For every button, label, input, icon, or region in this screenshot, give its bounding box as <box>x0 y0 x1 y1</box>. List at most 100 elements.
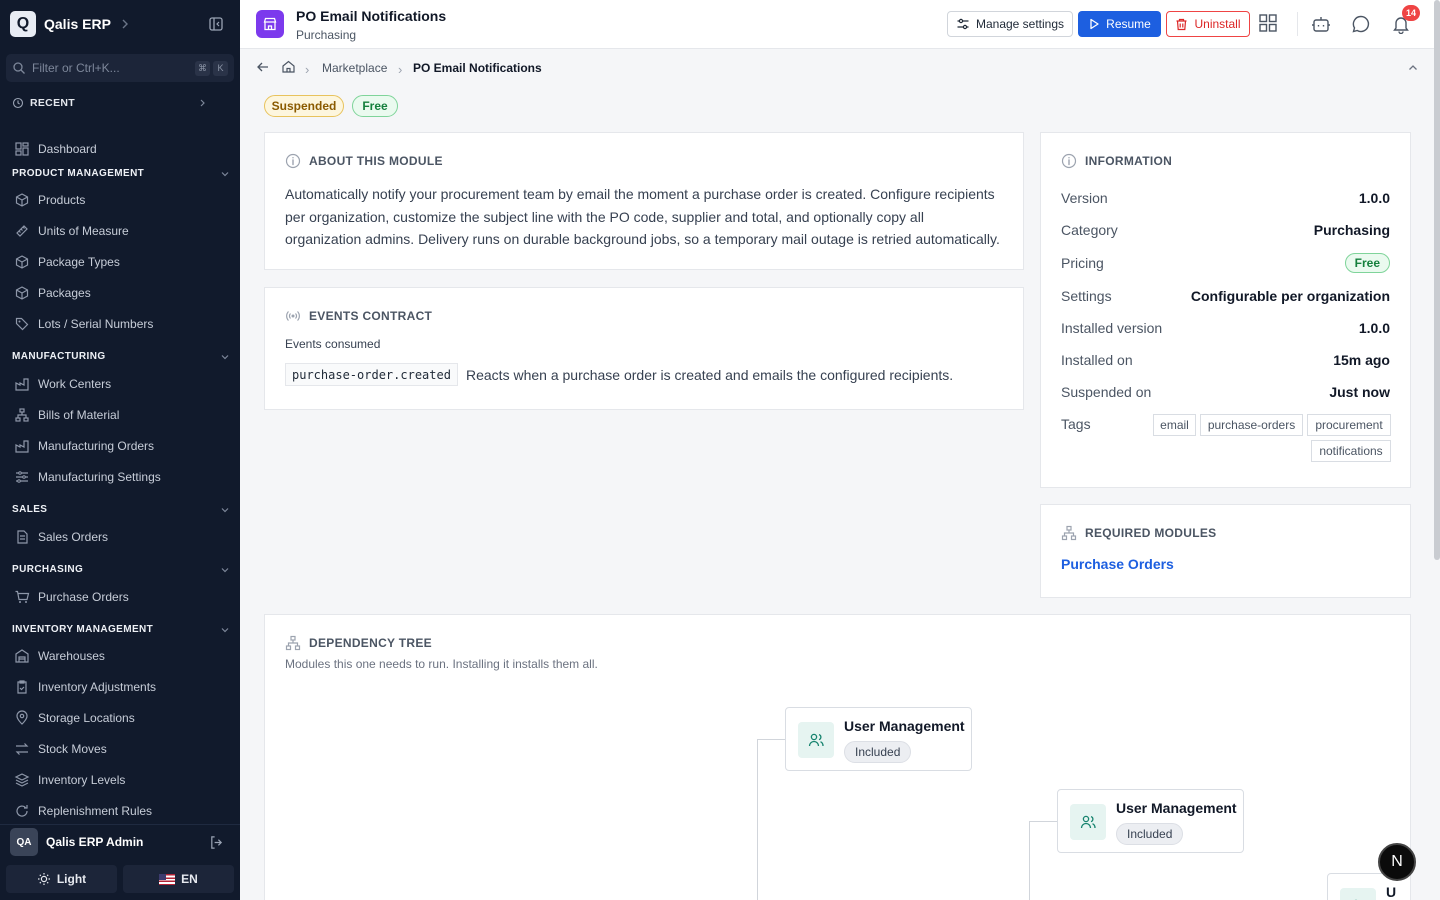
warehouse-icon <box>15 649 29 663</box>
page-scrollbar[interactable] <box>1434 0 1440 560</box>
grid-apps-icon[interactable] <box>1258 13 1278 33</box>
sidebar-item-work-centers[interactable]: Work Centers <box>14 373 232 395</box>
info-value: Configurable per organization <box>1190 288 1390 304</box>
info-row-category: Category Purchasing <box>1061 220 1390 240</box>
home-icon[interactable] <box>281 59 296 74</box>
sidebar-item-manufacturing-settings[interactable]: Manufacturing Settings <box>14 466 232 488</box>
chevron-down-icon <box>221 354 229 359</box>
status-badge: Suspended <box>264 95 344 117</box>
hierarchy-icon <box>285 635 301 651</box>
section-title: PURCHASING <box>12 564 84 575</box>
ruler-icon <box>16 225 28 237</box>
sidebar-item-inventory-adjustments[interactable]: Inventory Adjustments <box>14 676 232 698</box>
sidebar-item-sales-orders[interactable]: Sales Orders <box>14 526 232 548</box>
sidebar-item-label: Package Types <box>38 255 120 269</box>
top-bar: PO Email Notifications Purchasing Manage… <box>240 0 1440 49</box>
app-name[interactable]: Qalis ERP <box>44 16 111 32</box>
bot-icon[interactable] <box>1311 14 1331 34</box>
required-module-link[interactable]: Purchase Orders <box>1061 556 1174 572</box>
language-label: EN <box>181 872 198 886</box>
dependency-node[interactable]: User Management Included <box>1057 789 1244 853</box>
info-key: Settings <box>1061 288 1112 304</box>
floating-action-button[interactable]: N <box>1378 843 1416 881</box>
breadcrumb-current: PO Email Notifications <box>413 61 542 75</box>
sidebar-item-products[interactable]: Products <box>14 189 232 211</box>
section-title: MANUFACTURING <box>12 351 106 362</box>
sidebar-item-label: Manufacturing Settings <box>38 470 161 484</box>
uninstall-button[interactable]: Uninstall <box>1166 11 1250 37</box>
arrows-left-right-icon <box>15 743 29 755</box>
resume-button[interactable]: Resume <box>1078 11 1161 37</box>
about-description: Automatically notify your procurement te… <box>285 186 1000 247</box>
card-heading: INFORMATION <box>1061 153 1172 169</box>
sidebar-item-units-of-measure[interactable]: Units of Measure <box>14 220 232 242</box>
refresh-icon <box>16 805 28 817</box>
node-title: U <box>1386 884 1397 900</box>
card-heading: REQUIRED MODULES <box>1061 525 1216 541</box>
chevron-up-icon[interactable] <box>1407 62 1419 74</box>
card-heading: EVENTS CONTRACT <box>285 308 432 324</box>
shortcut-key: K <box>213 60 228 76</box>
sidebar-item-stock-moves[interactable]: Stock Moves <box>14 738 232 760</box>
node-title: User Management <box>1116 800 1237 816</box>
info-key: Version <box>1061 190 1108 206</box>
info-key: Installed on <box>1061 352 1133 368</box>
card-heading: DEPENDENCY TREE <box>285 635 432 651</box>
events-heading: EVENTS CONTRACT <box>309 309 433 323</box>
sidebar-item-lots-serial-numbers[interactable]: Lots / Serial Numbers <box>14 313 232 335</box>
uninstall-label: Uninstall <box>1194 17 1241 31</box>
resume-label: Resume <box>1106 17 1151 31</box>
chevron-down-icon <box>221 567 229 572</box>
sidebar-item-dashboard[interactable]: Dashboard <box>14 138 232 160</box>
sidebar-item-packages[interactable]: Packages <box>14 282 232 304</box>
sidebar-item-bills-of-material[interactable]: Bills of Material <box>14 404 232 426</box>
chat-icon[interactable] <box>1351 14 1371 34</box>
info-row-pricing: Pricing Free <box>1061 253 1390 273</box>
sidebar-item-purchase-orders[interactable]: Purchase Orders <box>14 586 232 608</box>
section-purchasing[interactable]: PURCHASING <box>12 564 230 575</box>
app-logo[interactable]: Q <box>10 11 36 37</box>
sidebar-item-storage-locations[interactable]: Storage Locations <box>14 707 232 729</box>
sidebar-item-inventory-levels[interactable]: Inventory Levels <box>14 769 232 791</box>
sidebar-item-replenishment-rules[interactable]: Replenishment Rules <box>14 800 232 822</box>
toolbar-divider <box>1297 12 1298 36</box>
sidebar-item-label: Units of Measure <box>38 224 129 238</box>
section-inventory-management[interactable]: INVENTORY MANAGEMENT <box>12 624 230 635</box>
chevron-right-icon <box>200 99 205 107</box>
section-title: SALES <box>12 504 48 515</box>
tag-chip: notifications <box>1311 440 1391 462</box>
info-icon <box>1061 153 1077 169</box>
manage-settings-button[interactable]: Manage settings <box>947 11 1073 37</box>
pricing-badge: Free <box>352 95 398 117</box>
sidebar-item-label: Storage Locations <box>38 711 135 725</box>
node-title: User Management <box>844 718 965 734</box>
sidebar-item-package-types[interactable]: Package Types <box>14 251 232 273</box>
sidebar-item-label: Sales Orders <box>38 530 109 544</box>
sidebar-collapse-icon[interactable] <box>208 16 224 32</box>
sidebar: Q Qalis ERP Filter or Ctrl+K... ⌘ K RECE… <box>0 0 240 900</box>
back-arrow-icon[interactable] <box>256 60 270 74</box>
section-sales[interactable]: SALES <box>12 504 230 515</box>
store-icon <box>256 10 284 38</box>
dependency-node[interactable]: User Management Included <box>785 707 972 771</box>
chevron-right-icon[interactable] <box>119 18 131 30</box>
info-key: Tags <box>1061 416 1091 432</box>
language-button[interactable]: EN <box>123 865 234 893</box>
sidebar-item-label: Dashboard <box>38 142 97 156</box>
theme-toggle-button[interactable]: Light <box>6 865 117 893</box>
cart-icon <box>15 590 30 603</box>
logout-icon[interactable] <box>209 835 224 850</box>
sidebar-search-input[interactable]: Filter or Ctrl+K... ⌘ K <box>6 54 234 82</box>
users-icon <box>798 722 834 758</box>
user-menu[interactable]: QA Qalis ERP Admin <box>0 825 240 859</box>
sidebar-footer: QA Qalis ERP Admin Light EN <box>0 824 240 900</box>
dependency-heading: DEPENDENCY TREE <box>309 636 432 650</box>
sidebar-item-manufacturing-orders[interactable]: Manufacturing Orders <box>14 435 232 457</box>
sidebar-item-warehouses[interactable]: Warehouses <box>14 645 232 667</box>
section-product-management[interactable]: PRODUCT MANAGEMENT <box>12 168 230 179</box>
recent-toggle[interactable]: RECENT <box>12 97 208 109</box>
section-manufacturing[interactable]: MANUFACTURING <box>12 351 230 362</box>
tree-connector <box>1029 821 1057 822</box>
required-modules-card: REQUIRED MODULES Purchase Orders <box>1040 504 1411 598</box>
breadcrumb-marketplace[interactable]: Marketplace <box>322 61 387 75</box>
